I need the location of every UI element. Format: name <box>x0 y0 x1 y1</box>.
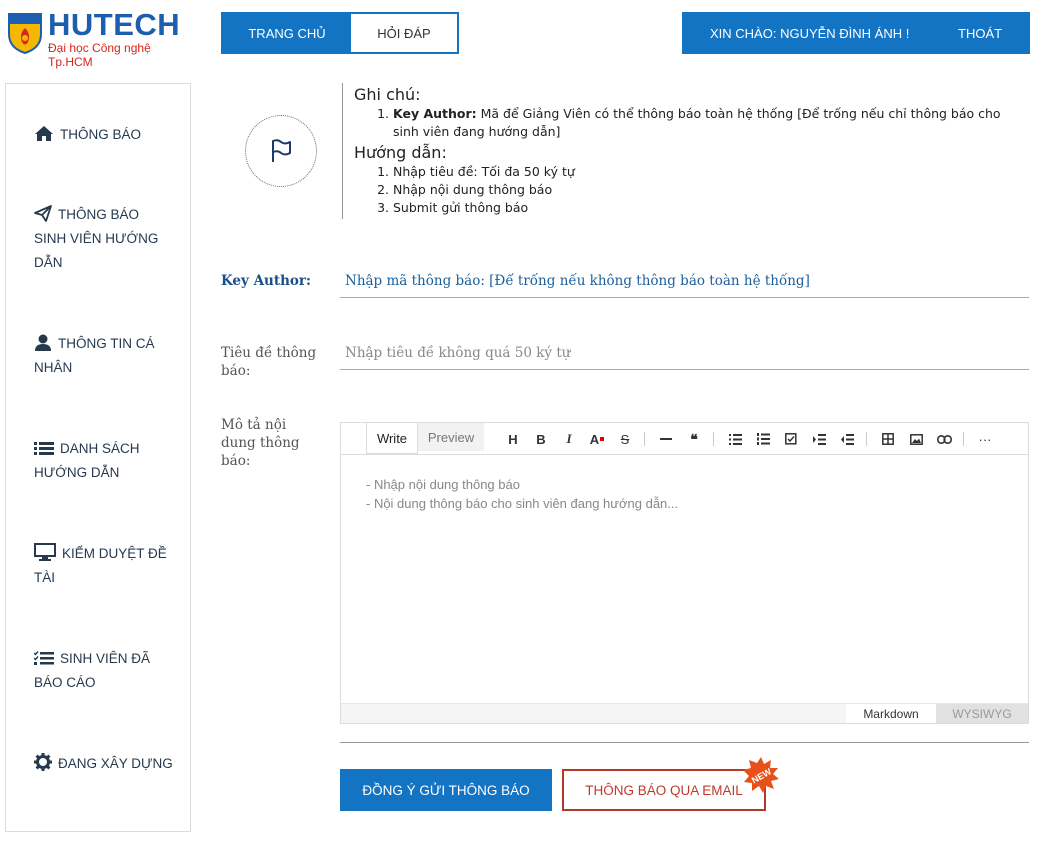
guide-list: Nhập tiêu đề: Tối đa 50 ký tự Nhập nội d… <box>354 163 1022 217</box>
italic-button[interactable]: I <box>560 430 578 448</box>
hutech-shield-icon <box>8 13 42 54</box>
guide-step: Nhập tiêu đề: Tối đa 50 ký tự <box>393 163 1022 181</box>
paper-plane-icon <box>34 205 52 222</box>
ordered-list-button[interactable] <box>754 430 772 448</box>
sidebar-item-label: THÔNG BÁO <box>60 127 142 142</box>
indent-button[interactable] <box>810 430 828 448</box>
markdown-mode-tab[interactable]: Markdown <box>846 704 936 723</box>
horizontal-rule-icon <box>660 438 672 440</box>
title-label: Tiêu đề thông báo: <box>221 345 317 379</box>
note-key-text: Mã để Giảng Viên có thể thông báo toàn h… <box>393 106 1001 139</box>
text-color-label: A <box>589 431 600 447</box>
more-button[interactable]: ··· <box>976 430 994 448</box>
link-icon <box>936 434 952 444</box>
key-author-input[interactable] <box>340 264 1029 298</box>
sidebar-item-under-construction[interactable]: ĐANG XÂY DỰNG <box>34 752 174 776</box>
nav-qa-button[interactable]: HỎI ĐÁP <box>351 14 457 52</box>
markdown-editor: Write Preview H B I A S ❝ ··· - Nhập nội… <box>340 422 1029 724</box>
user-icon <box>34 334 52 351</box>
guide-step: Nhập nội dung thông báo <box>393 181 1022 199</box>
checklist-icon <box>34 651 54 666</box>
note-title: Ghi chú: <box>354 85 421 104</box>
form-divider <box>340 742 1029 743</box>
sidebar-item-student-notifications[interactable]: THÔNG BÁO SINH VIÊN HƯỚNG DẪN <box>34 203 174 275</box>
strikethrough-button[interactable]: S <box>616 430 634 448</box>
heading-button[interactable]: H <box>504 430 522 448</box>
new-badge-icon: NEW <box>743 757 779 793</box>
email-notification-button[interactable]: THÔNG BÁO QUA EMAIL <box>562 769 766 811</box>
guide-title: Hướng dẫn: <box>354 143 447 162</box>
flag-badge <box>245 115 317 187</box>
task-list-icon <box>785 433 797 445</box>
color-dot-icon <box>600 437 605 441</box>
nav-home-button[interactable]: TRANG CHỦ <box>223 14 351 52</box>
gear-icon <box>34 753 52 771</box>
toolbar-divider <box>963 432 964 446</box>
title-input[interactable] <box>340 336 1029 370</box>
toolbar-divider <box>713 432 714 446</box>
note-list: Key Author: Mã để Giảng Viên có thể thôn… <box>354 105 1022 141</box>
task-list-button[interactable] <box>782 430 800 448</box>
tab-write[interactable]: Write <box>366 423 418 454</box>
sidebar-item-label: THÔNG BÁO SINH VIÊN HƯỚNG DẪN <box>34 207 159 270</box>
sidebar-item-reported-students[interactable]: SINH VIÊN ĐÃ BÁO CÁO <box>34 647 174 695</box>
table-button[interactable] <box>879 430 897 448</box>
bullet-list-button[interactable] <box>726 430 744 448</box>
content-line: - Nhập nội dung thông báo <box>366 477 520 492</box>
sidebar: THÔNG BÁO THÔNG BÁO SINH VIÊN HƯỚNG DẪN … <box>5 83 191 832</box>
logo-title: HUTECH <box>48 7 181 42</box>
hutech-logo[interactable]: HUTECH Đại học Công nghệ Tp.HCM <box>6 7 186 69</box>
sidebar-item-guidance-list[interactable]: DANH SÁCH HƯỚNG DẪN <box>34 437 174 485</box>
outdent-icon <box>840 433 854 445</box>
table-icon <box>882 433 894 445</box>
flag-icon <box>272 139 291 162</box>
note-key-label: Key Author: <box>393 106 477 121</box>
instructions-box: Ghi chú: Key Author: Mã để Giảng Viên có… <box>342 83 1022 219</box>
indent-icon <box>812 433 826 445</box>
editor-content[interactable]: - Nhập nội dung thông báo - Nội dung thô… <box>366 475 678 513</box>
outdent-button[interactable] <box>838 430 856 448</box>
description-label: Mô tả nội dung thông báo: <box>221 417 300 469</box>
toolbar-divider <box>644 432 645 446</box>
key-author-label: Key Author: <box>221 273 312 289</box>
logo-subtitle: Đại học Công nghệ Tp.HCM <box>48 41 151 69</box>
sidebar-item-label: ĐANG XÂY DỰNG <box>58 756 173 771</box>
content-line: - Nội dung thông báo cho sinh viên đang … <box>366 496 679 511</box>
top-nav: TRANG CHỦ HỎI ĐÁP <box>221 12 459 54</box>
quote-button[interactable]: ❝ <box>685 430 703 448</box>
horizontal-rule-button[interactable] <box>657 430 675 448</box>
sidebar-item-label: THÔNG TIN CÁ NHÂN <box>34 336 155 375</box>
user-greeting: XIN CHÀO: NGUYỄN ĐÌNH ÁNH ! <box>710 25 910 41</box>
bold-button[interactable]: B <box>532 430 550 448</box>
image-icon <box>909 433 923 445</box>
logout-button[interactable]: THOÁT <box>958 26 1002 41</box>
toolbar-divider <box>866 432 867 446</box>
image-button[interactable] <box>907 430 925 448</box>
editor-mode-bar: Markdown WYSIWYG <box>341 703 1028 723</box>
wysiwyg-mode-tab[interactable]: WYSIWYG <box>936 704 1028 723</box>
text-color-button[interactable]: A <box>588 430 606 448</box>
sidebar-item-topic-review[interactable]: KIỂM DUYỆT ĐỀ TÀI <box>34 542 174 590</box>
tab-preview[interactable]: Preview <box>418 423 484 451</box>
sidebar-item-profile[interactable]: THÔNG TIN CÁ NHÂN <box>34 332 174 380</box>
list-icon <box>34 441 54 456</box>
monitor-icon <box>34 543 56 561</box>
user-bar: XIN CHÀO: NGUYỄN ĐÌNH ÁNH ! THOÁT <box>682 12 1030 54</box>
bullet-list-icon <box>728 433 742 445</box>
ordered-list-icon <box>756 433 770 445</box>
note-item: Key Author: Mã để Giảng Viên có thể thôn… <box>393 105 1022 141</box>
submit-notification-button[interactable]: ĐỒNG Ý GỬI THÔNG BÁO <box>340 769 552 811</box>
link-button[interactable] <box>935 430 953 448</box>
home-icon <box>34 125 54 142</box>
sidebar-item-notifications[interactable]: THÔNG BÁO <box>34 123 174 147</box>
editor-toolbar: Write Preview H B I A S ❝ ··· <box>341 423 1028 455</box>
guide-step: Submit gửi thông báo <box>393 199 1022 217</box>
